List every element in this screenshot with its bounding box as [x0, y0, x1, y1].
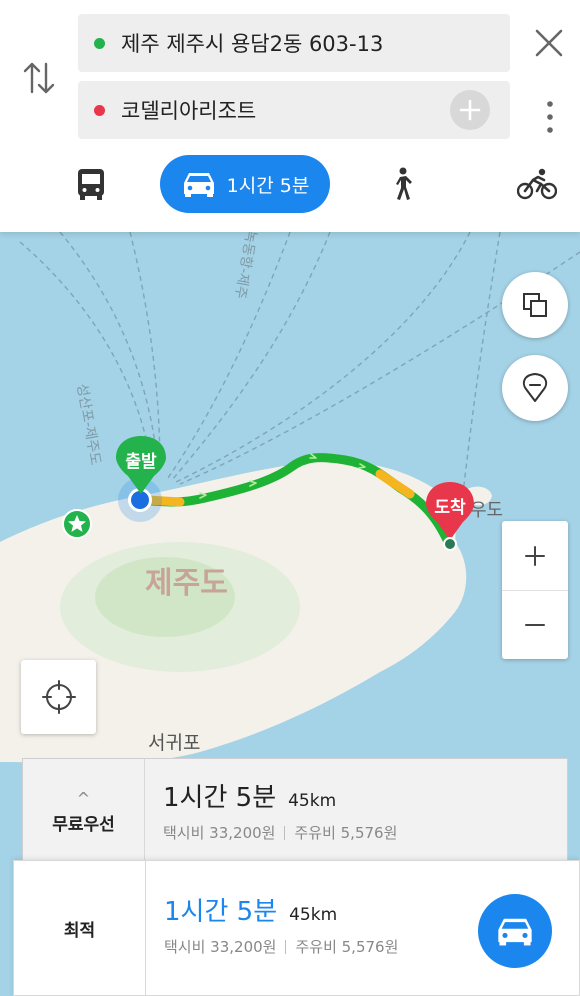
chevron-up-icon[interactable]: ^: [77, 789, 90, 808]
route-distance: 45km: [288, 791, 337, 811]
city-label: 서귀포: [148, 732, 201, 754]
destination-dot: [94, 104, 105, 116]
bike-icon: [517, 168, 557, 200]
island-label: 제주도: [145, 566, 228, 601]
taxi-fare: 택시비 33,200원: [163, 824, 276, 842]
start-pin[interactable]: 출발: [116, 436, 166, 496]
start-navigation-button[interactable]: [478, 894, 552, 968]
minus-icon: [525, 623, 545, 626]
end-pin-label: 도착: [434, 498, 466, 518]
destination-field[interactable]: 코델리아리조트: [78, 81, 510, 139]
nearby-place-button[interactable]: [502, 355, 568, 421]
crosshair-icon: [41, 680, 76, 714]
route-summary: 1시간 5분 45km 택시비 33,200원 주유비 5,576원: [145, 759, 397, 865]
zoom-in-button[interactable]: [502, 521, 568, 590]
fuel-cost: 주유비 5,576원: [294, 824, 398, 842]
tab-bike[interactable]: [512, 155, 562, 213]
plus-icon: [459, 99, 481, 121]
car-duration-label: 1시간 5분: [226, 174, 310, 197]
fuel-cost: 주유비 5,576원: [295, 938, 399, 956]
route-option-free[interactable]: ^ 무료우선 1시간 5분 45km 택시비 33,200원 주유비 5,576…: [22, 758, 568, 866]
route-search-header: 제주 제주시 용담2동 603-13 코델리아리조트 1시간 5분: [0, 0, 580, 232]
udo-label: 우도: [470, 500, 504, 521]
layers-icon: [523, 293, 547, 317]
origin-dot: [94, 37, 105, 49]
zoom-controls: [502, 521, 568, 659]
location-pin-icon: [522, 373, 548, 402]
bus-icon: [78, 169, 104, 200]
swap-arrows-icon[interactable]: [20, 58, 58, 98]
zoom-out-button[interactable]: [502, 590, 568, 659]
divider: [285, 939, 287, 954]
route-tag-label: 무료우선: [52, 815, 115, 835]
route-tag: ^ 무료우선: [23, 759, 145, 865]
map-layers-button[interactable]: [502, 272, 568, 338]
destination-text: 코델리아리조트: [121, 99, 257, 123]
route-distance: 45km: [289, 905, 338, 925]
walk-icon: [396, 167, 412, 200]
tab-car[interactable]: 1시간 5분: [160, 155, 330, 213]
current-location-button[interactable]: [21, 660, 96, 734]
add-waypoint-button[interactable]: [450, 90, 490, 130]
origin-text: 제주 제주시 용담2동 603-13: [121, 32, 384, 56]
car-icon: [183, 173, 214, 197]
divider: [284, 825, 286, 840]
taxi-fare: 택시비 33,200원: [164, 938, 277, 956]
start-pin-label: 출발: [125, 452, 157, 472]
route-time: 1시간 5분: [164, 897, 278, 927]
close-icon[interactable]: [532, 26, 566, 60]
origin-field[interactable]: 제주 제주시 용담2동 603-13: [78, 14, 510, 72]
transport-mode-tabs: 1시간 5분: [0, 155, 580, 213]
more-vertical-icon[interactable]: [538, 98, 562, 136]
car-icon: [498, 918, 532, 946]
route-tag: 최적: [14, 861, 146, 995]
tab-walk[interactable]: [382, 155, 422, 213]
route-time: 1시간 5분: [163, 783, 277, 813]
plus-icon: [525, 545, 545, 566]
route-tag-label: 최적: [63, 920, 96, 941]
end-pin[interactable]: 도착: [426, 482, 474, 552]
route-summary: 1시간 5분 45km 택시비 33,200원 주유비 5,576원: [146, 861, 398, 995]
tab-bus[interactable]: [70, 155, 112, 213]
